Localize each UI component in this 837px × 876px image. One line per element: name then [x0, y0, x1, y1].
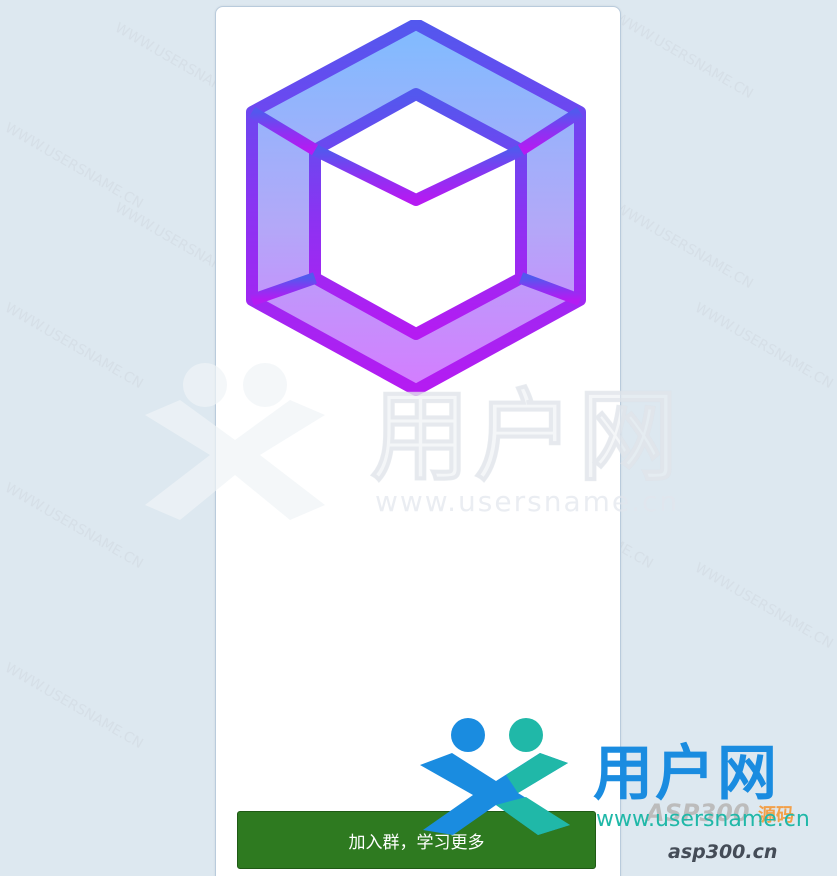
watermark-diagonal-text: WWW.USERSNAME.CN	[692, 560, 836, 653]
join-group-button[interactable]: 加入群，学习更多	[237, 811, 596, 869]
brand-source-badge: 源码	[758, 805, 794, 826]
cube-logo-icon	[246, 20, 586, 396]
brand-domain-text: asp300.cn	[668, 841, 778, 863]
watermark-diagonal-text: WWW.USERSNAME.CN	[2, 660, 146, 753]
watermark-diagonal-text: WWW.USERSNAME.CN	[612, 10, 756, 103]
brand-asp-text: ASP300	[646, 799, 750, 827]
watermark-diagonal-text: WWW.USERSNAME.CN	[2, 120, 146, 213]
watermark-diagonal-text: WWW.USERSNAME.CN	[2, 480, 146, 573]
watermark-diagonal-text: WWW.USERSNAME.CN	[2, 300, 146, 393]
watermark-diagonal-text: WWW.USERSNAME.CN	[612, 200, 756, 293]
brand-url-text: www.usersname.cn	[596, 807, 810, 832]
watermark-diagonal-text: WWW.USERSNAME.CN	[692, 300, 836, 393]
join-group-label: 加入群，学习更多	[348, 832, 485, 853]
